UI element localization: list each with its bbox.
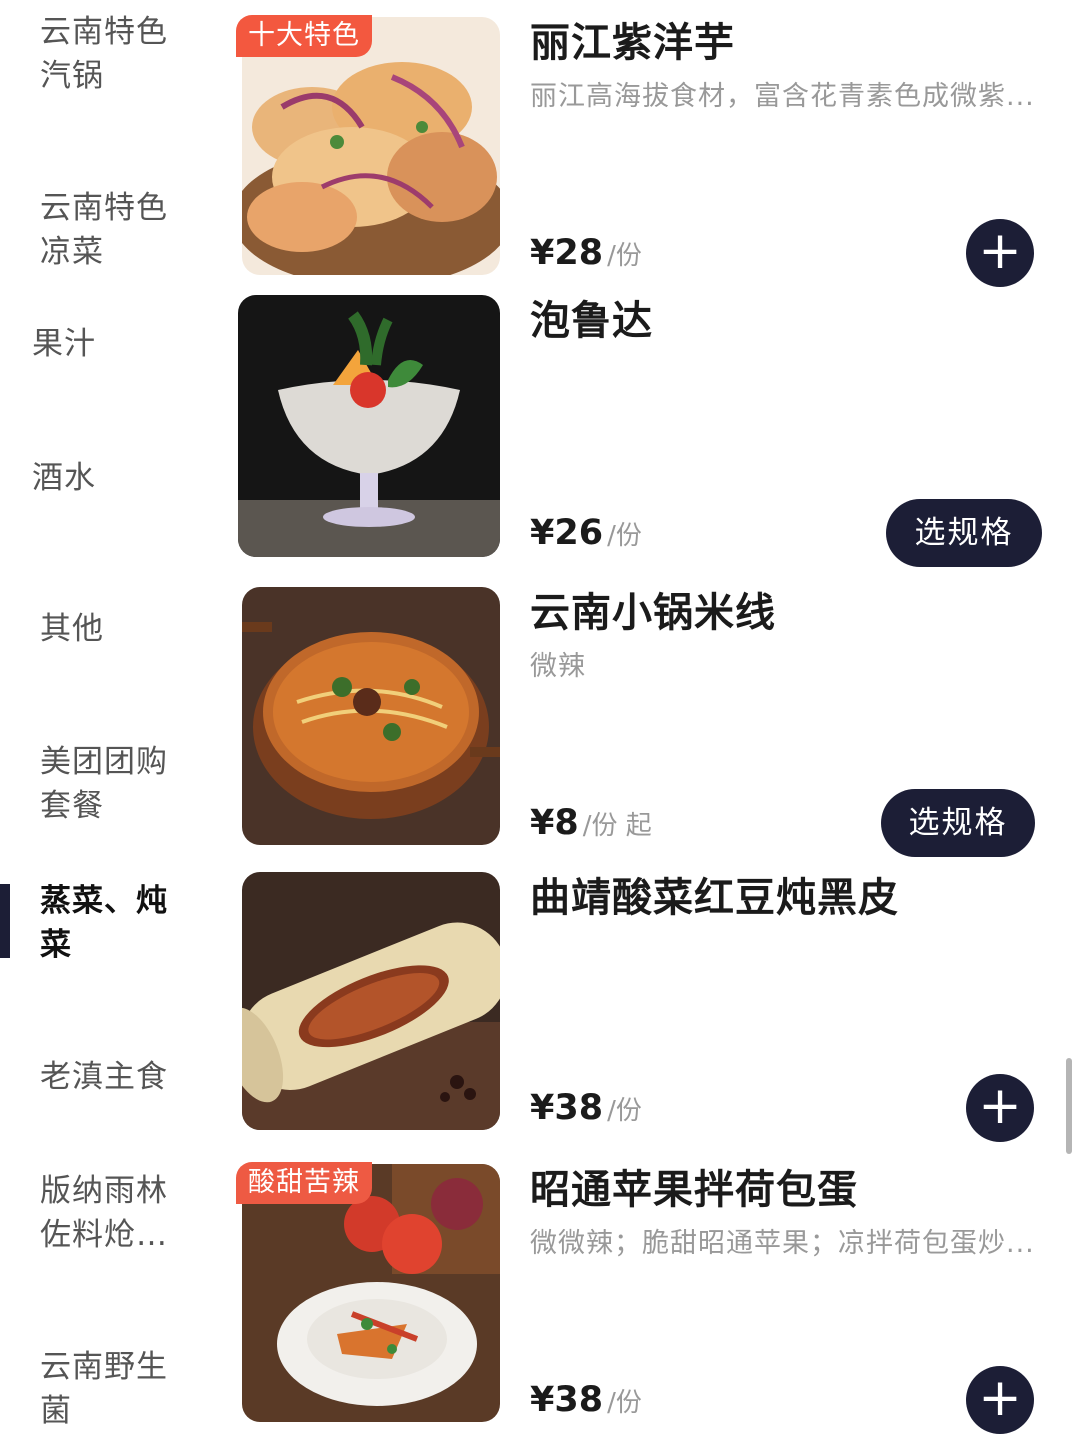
item-price: ¥26/份 [530, 513, 642, 553]
item-name: 曲靖酸菜红豆炖黑皮 [530, 875, 899, 921]
item-name: 昭通苹果拌荷包蛋 [530, 1167, 858, 1213]
active-category-indicator [0, 884, 10, 958]
item-price: ¥28/份 [530, 233, 642, 273]
scrollbar[interactable] [1066, 1058, 1072, 1154]
item-price: ¥8/份 起 [530, 803, 652, 843]
item-name: 云南小锅米线 [530, 590, 776, 636]
sidebar-item-yunnan-cold-dishes[interactable]: 云南特色凉菜 [40, 186, 190, 274]
sidebar-item-yunnan-steam-pot[interactable]: 云南特色汽锅 [40, 10, 190, 98]
add-to-cart-button[interactable]: + [966, 219, 1034, 287]
item-description: 微辣 [530, 651, 586, 682]
menu-item: 十大特色 丽江紫洋芋 丽江高海拔食材，富含花青素色成微紫... ¥28/份 + [220, 15, 1080, 287]
bamboo-stew-photo[interactable] [242, 872, 500, 1130]
category-sidebar: 云南特色汽锅 云南特色凉菜 果汁 酒水 其他 美团团购套餐 蒸菜、炖菜 老滇主食… [0, 0, 220, 1440]
sidebar-item-meituan-group-set[interactable]: 美团团购套餐 [40, 740, 190, 828]
item-description: 丽江高海拔食材，富含花青素色成微紫... [530, 81, 1035, 112]
menu-item: 泡鲁达 ¥26/份 选规格 [220, 295, 1080, 567]
add-to-cart-button[interactable]: + [966, 1074, 1034, 1142]
select-spec-button[interactable]: 选规格 [881, 789, 1035, 857]
item-name: 丽江紫洋芋 [530, 20, 735, 66]
item-price: ¥38/份 [530, 1088, 642, 1128]
select-spec-button[interactable]: 选规格 [886, 499, 1042, 567]
sidebar-item-other[interactable]: 其他 [40, 607, 190, 651]
sidebar-item-old-dian-staples[interactable]: 老滇主食 [40, 1055, 190, 1099]
item-tag: 酸甜苦辣 [236, 1162, 372, 1204]
item-description: 微微辣；脆甜昭通苹果；凉拌荷包蛋炒... [530, 1228, 1035, 1259]
menu-item: 曲靖酸菜红豆炖黑皮 ¥38/份 + [220, 872, 1080, 1142]
add-to-cart-button[interactable]: + [966, 1366, 1034, 1434]
item-tag: 十大特色 [236, 15, 372, 57]
menu-item: 酸甜苦辣 昭通苹果拌荷包蛋 微微辣；脆甜昭通苹果；凉拌荷包蛋炒... ¥38/份… [220, 1162, 1080, 1434]
menu-item: 云南小锅米线 微辣 ¥8/份 起 选规格 [220, 587, 1080, 857]
item-name: 泡鲁达 [530, 298, 653, 344]
paoluda-dessert-photo[interactable] [238, 295, 500, 557]
sidebar-item-drinks[interactable]: 酒水 [32, 456, 182, 500]
sidebar-item-steamed-stewed[interactable]: 蒸菜、炖菜 [40, 879, 190, 967]
sidebar-item-wild-mushrooms[interactable]: 云南野生菌 [40, 1345, 190, 1433]
rice-noodle-pot-photo[interactable] [242, 587, 500, 845]
sidebar-item-banna-rainforest[interactable]: 版纳雨林佐料炝… [40, 1169, 190, 1257]
item-price: ¥38/份 [530, 1380, 642, 1420]
sidebar-item-juice[interactable]: 果汁 [32, 322, 182, 366]
